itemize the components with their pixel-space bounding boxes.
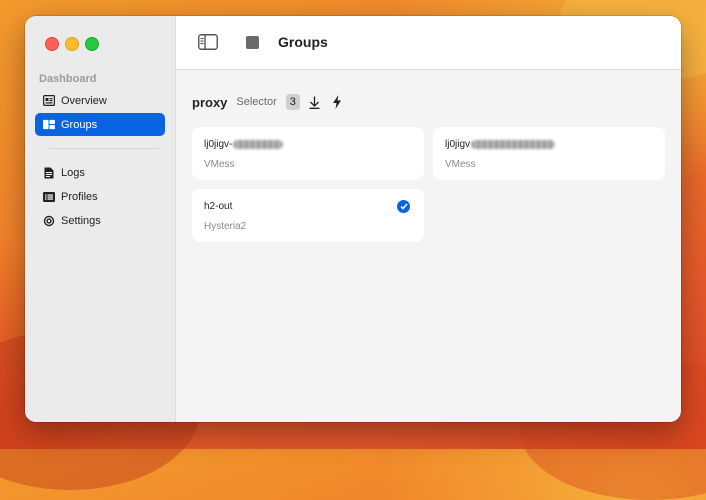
download-icon[interactable] [308, 95, 322, 109]
sidebar-item-label: Profiles [61, 190, 98, 203]
overview-icon [43, 95, 55, 107]
proxy-name: lj0jigv- [204, 139, 284, 150]
sidebar: Dashboard Overview Groups Logs Profiles [25, 16, 176, 422]
group-type: Selector [236, 96, 277, 108]
sidebar-item-profiles[interactable]: Profiles [35, 185, 165, 208]
minimize-window-button[interactable] [65, 37, 79, 51]
sidebar-item-label: Groups [61, 118, 98, 131]
redacted-text [471, 140, 556, 149]
proxy-name: h2-out [204, 201, 233, 212]
proxy-type: Hysteria2 [204, 221, 247, 232]
group-header: proxy Selector 3 [192, 94, 344, 110]
close-window-button[interactable] [45, 37, 59, 51]
page-title: Groups [278, 34, 328, 50]
sidebar-divider [49, 148, 159, 149]
sidebar-item-logs[interactable]: Logs [35, 161, 165, 184]
sidebar-item-overview[interactable]: Overview [35, 89, 165, 112]
proxy-type: VMess [204, 159, 235, 170]
proxy-type: VMess [445, 159, 476, 170]
proxy-card[interactable]: lj0jigv VMess [433, 127, 665, 180]
group-count-badge: 3 [285, 94, 300, 110]
sidebar-item-label: Settings [61, 214, 101, 227]
main-content: proxy Selector 3 lj0jigv- VMess lj0jigv … [176, 70, 681, 422]
app-window: Dashboard Overview Groups Logs Profiles [25, 16, 681, 422]
toolbar: Groups [176, 16, 681, 70]
toggle-sidebar-button[interactable] [198, 34, 218, 50]
sidebar-item-label: Logs [61, 166, 85, 179]
logs-icon [43, 167, 55, 179]
proxy-card[interactable]: h2-out Hysteria2 [192, 189, 424, 242]
sidebar-item-label: Overview [61, 94, 107, 107]
sidebar-item-settings[interactable]: Settings [35, 209, 165, 232]
profiles-icon [43, 191, 55, 203]
settings-icon [43, 215, 55, 227]
stop-icon[interactable] [246, 36, 259, 49]
sidebar-item-groups[interactable]: Groups [35, 113, 165, 136]
groups-icon [43, 119, 55, 131]
group-name: proxy [192, 94, 228, 110]
proxy-name: lj0jigv [445, 139, 556, 150]
zoom-window-button[interactable] [85, 37, 99, 51]
sidebar-toggle-icon [198, 34, 218, 50]
lightning-icon[interactable] [330, 95, 344, 109]
selected-check-icon [397, 200, 410, 213]
redacted-text [233, 140, 284, 149]
sidebar-section-title: Dashboard [39, 73, 97, 85]
proxy-card[interactable]: lj0jigv- VMess [192, 127, 424, 180]
